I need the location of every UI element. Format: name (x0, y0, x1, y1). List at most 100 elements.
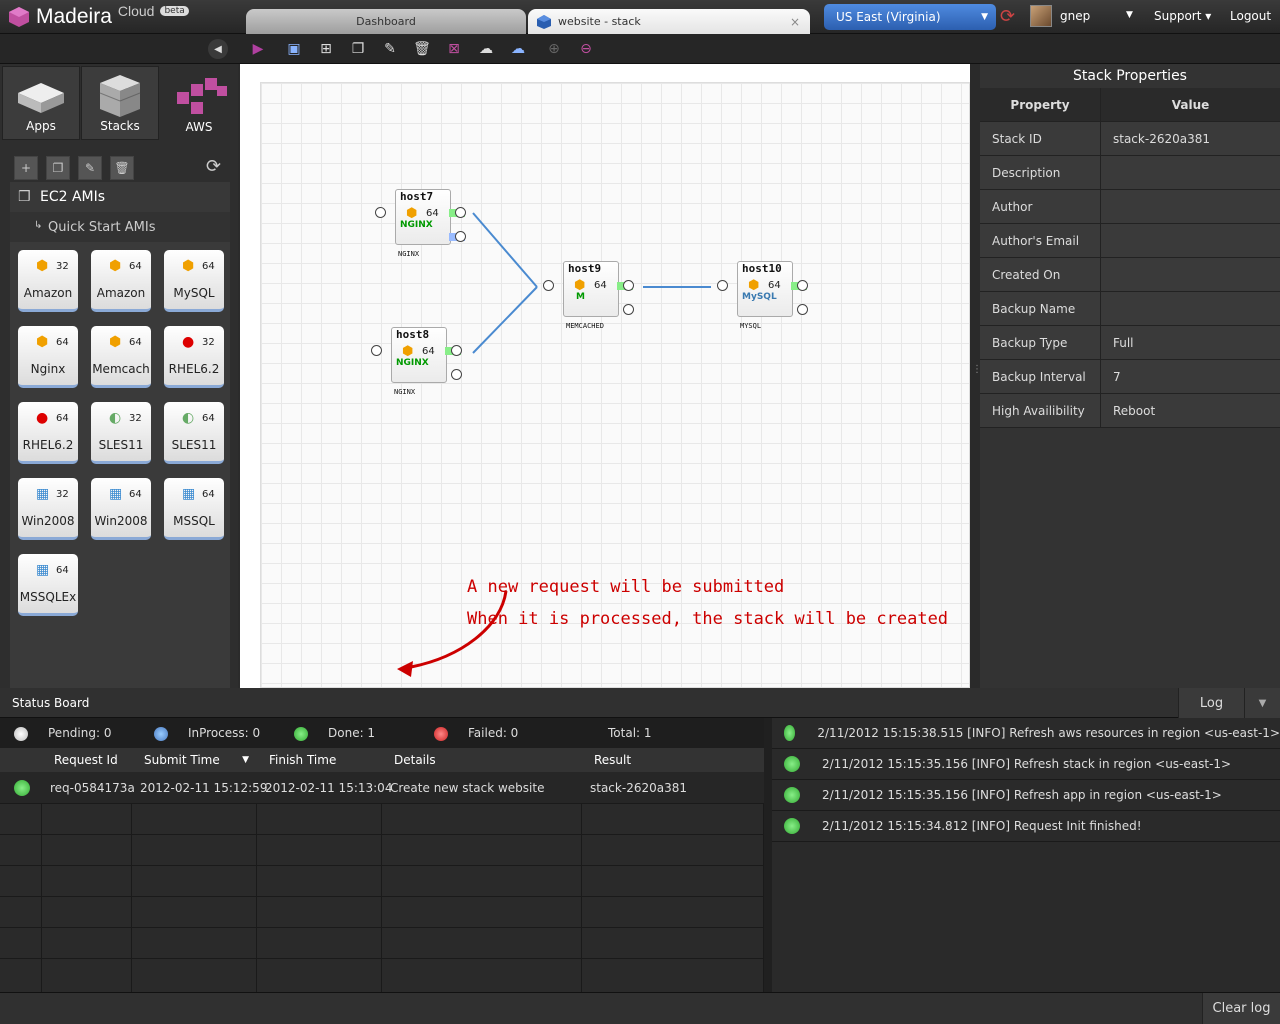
tab-website-stack[interactable]: website - stack × (528, 9, 810, 34)
upload-cloud-icon[interactable]: ☁ (476, 39, 496, 59)
port-in-handle[interactable] (371, 345, 382, 356)
stack-properties-panel: Stack Properties Property Value Stack ID… (980, 64, 1280, 688)
node-name: host7 (400, 190, 434, 203)
port-handle[interactable] (623, 280, 634, 291)
node-host8[interactable]: host8 ⬢ 64 NGINX NGINX (391, 327, 447, 396)
clear-log-button[interactable]: Clear log (1202, 993, 1280, 1024)
table-row[interactable]: req-0584173a 2012-02-11 15:12:59 2012-02… (0, 772, 764, 803)
property-row[interactable]: High Availibility Reboot (980, 394, 1280, 428)
chevron-down-icon[interactable]: ▼ (1244, 688, 1280, 718)
port-handle[interactable] (623, 304, 634, 315)
export-png-icon[interactable]: ⊠ (444, 39, 464, 59)
ami-mssql-64[interactable]: ▦ 64 MSSQL (164, 478, 224, 540)
node-host9[interactable]: host9 ⬢ 64 M MEMCACHED (563, 261, 619, 330)
subsection-quick-start[interactable]: ↳ Quick Start AMIs (10, 212, 230, 242)
amazon-cube-icon: ⬢ (748, 278, 760, 293)
port-handle[interactable] (455, 231, 466, 242)
table-header-result[interactable]: Result (582, 748, 764, 772)
zoom-out-icon[interactable]: ⊖ (576, 39, 596, 59)
log-button[interactable]: Log (1178, 688, 1244, 718)
property-row[interactable]: Backup Type Full (980, 326, 1280, 360)
logo[interactable]: Madeira Cloud beta (8, 3, 189, 31)
pending-count[interactable]: Pending: 0 (48, 726, 111, 740)
ami-win2008-64[interactable]: ▦ 64 Win2008 (91, 478, 151, 540)
ami-sles-64[interactable]: ◐ 64 SLES11 (164, 402, 224, 464)
tab-stacks[interactable]: Stacks (81, 66, 159, 140)
ami-amazon-32[interactable]: ⬢ 32 Amazon (18, 250, 78, 312)
duplicate-icon[interactable]: ⊞ (316, 39, 336, 59)
ami-amazon-64[interactable]: ⬢ 64 Amazon (91, 250, 151, 312)
port-in-handle[interactable] (375, 207, 386, 218)
user-menu[interactable]: gnep (1060, 9, 1090, 23)
collapse-icon[interactable]: ◀ (208, 39, 228, 59)
user-chevron-down-icon[interactable]: ▼ (1126, 10, 1133, 20)
edit-icon[interactable]: ✎ (78, 156, 102, 180)
add-icon[interactable]: + (14, 156, 38, 180)
property-row[interactable]: Created On (980, 258, 1280, 292)
table-header-request-id[interactable]: Request Id (42, 748, 132, 772)
ami-nginx-64[interactable]: ⬢ 64 Nginx (18, 326, 78, 388)
port-handle[interactable] (797, 304, 808, 315)
done-dot-icon (294, 727, 308, 741)
property-key: Author's Email (980, 224, 1101, 257)
status-splitter[interactable] (764, 718, 772, 992)
design-canvas[interactable]: host7 ⬢ 64 NGINX NGINX host8 ⬢ 64 NGINX … (260, 82, 970, 688)
ami-memcached-64[interactable]: ⬢ 64 Memcach (91, 326, 151, 388)
properties-header: Property Value (980, 88, 1280, 122)
copy-icon[interactable]: ❐ (46, 156, 70, 180)
close-tab-icon[interactable]: × (790, 15, 800, 29)
property-row[interactable]: Description (980, 156, 1280, 190)
zoom-in-icon[interactable]: ⊕ (544, 39, 564, 59)
ami-bits: 64 (202, 489, 215, 500)
ami-sles-32[interactable]: ◐ 32 SLES11 (91, 402, 151, 464)
refresh-icon[interactable]: ⟳ (1000, 6, 1022, 28)
save-icon[interactable]: ▣ (284, 39, 304, 59)
node-host7[interactable]: host7 ⬢ 64 NGINX NGINX (395, 189, 451, 258)
madeira-logo-icon (9, 7, 29, 27)
done-count[interactable]: Done: 1 (328, 726, 375, 740)
copy-icon[interactable]: ❐ (348, 39, 368, 59)
delete-icon[interactable]: 🗑 (110, 156, 134, 180)
port-handle[interactable] (797, 280, 808, 291)
avatar[interactable] (1030, 5, 1052, 27)
property-row[interactable]: Backup Interval 7 (980, 360, 1280, 394)
property-row[interactable]: Backup Name (980, 292, 1280, 326)
logout-link[interactable]: Logout (1230, 9, 1271, 23)
amazon-cube-icon: ⬢ (402, 344, 414, 359)
support-menu[interactable]: Support ▾ (1154, 9, 1211, 23)
port-handle[interactable] (455, 207, 466, 218)
table-header-finish-time[interactable]: Finish Time (257, 748, 382, 772)
tab-aws[interactable]: AWS (160, 66, 238, 140)
ami-rhel-32[interactable]: ● 32 RHEL6.2 (164, 326, 224, 388)
ami-rhel-64[interactable]: ● 64 RHEL6.2 (18, 402, 78, 464)
property-row[interactable]: Author's Email (980, 224, 1280, 258)
run-icon[interactable]: ▶ (248, 39, 268, 59)
failed-count[interactable]: Failed: 0 (468, 726, 518, 740)
table-header-submit-time[interactable]: Submit Time ▼ (132, 748, 257, 772)
canvas-toolbar: ◀ ▶ ▣ ⊞ ❐ ✎ 🗑 ⊠ ☁ ☁ ⊕ ⊖ (0, 34, 1280, 64)
ami-bits: 64 (56, 565, 69, 576)
inprocess-count[interactable]: InProcess: 0 (188, 726, 260, 740)
request-result: stack-2620a381 (590, 780, 687, 795)
delete-icon[interactable]: 🗑 (412, 39, 432, 59)
redhat-icon: ● (36, 410, 49, 426)
port-in-handle[interactable] (717, 280, 728, 291)
table-header-details[interactable]: Details (382, 748, 582, 772)
edit-icon[interactable]: ✎ (380, 39, 400, 59)
ami-mssqlex-64[interactable]: ▦ 64 MSSQLEx (18, 554, 78, 616)
port-handle[interactable] (451, 369, 462, 380)
download-cloud-icon[interactable]: ☁ (508, 39, 528, 59)
refresh-icon[interactable]: ⟳ (206, 156, 221, 177)
section-ec2-amis[interactable]: ❒ EC2 AMIs (10, 182, 230, 212)
ami-win2008-32[interactable]: ▦ 32 Win2008 (18, 478, 78, 540)
tab-apps[interactable]: Apps (2, 66, 80, 140)
port-handle[interactable] (451, 345, 462, 356)
tab-dashboard[interactable]: Dashboard (246, 9, 526, 34)
panel-splitter[interactable]: ⋮ (970, 64, 982, 688)
property-row[interactable]: Author (980, 190, 1280, 224)
node-host10[interactable]: host10 ⬢ 64 MySQL MYSQL (737, 261, 793, 330)
ami-mysql-64[interactable]: ⬢ 64 MySQL (164, 250, 224, 312)
port-in-handle[interactable] (543, 280, 554, 291)
property-row[interactable]: Stack ID stack-2620a381 (980, 122, 1280, 156)
region-select[interactable]: US East (Virginia) ▼ (824, 4, 996, 30)
